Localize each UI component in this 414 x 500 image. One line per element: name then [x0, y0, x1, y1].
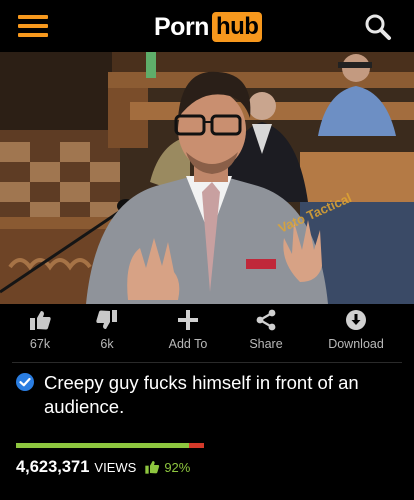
- rating-bar-positive: [16, 443, 189, 448]
- thumbs-up-icon: [28, 308, 52, 332]
- search-icon[interactable]: [364, 13, 392, 41]
- download-label: Download: [328, 337, 384, 351]
- video-thumbnail: [0, 52, 414, 304]
- dislike-button[interactable]: 6k: [85, 304, 129, 362]
- video-title[interactable]: Creepy guy fucks himself in front of an …: [44, 371, 384, 419]
- like-button[interactable]: 67k: [18, 304, 62, 362]
- logo-text-badge: hub: [211, 12, 263, 42]
- plus-icon: [176, 308, 200, 332]
- video-player[interactable]: Vato Tactical: [0, 52, 414, 304]
- views-label: VIEWS: [94, 459, 137, 475]
- views-count: 4,623,371: [16, 457, 90, 476]
- thumbs-down-icon: [95, 308, 119, 332]
- add-to-button[interactable]: Add To: [156, 304, 220, 362]
- share-icon: [254, 308, 278, 332]
- download-icon: [344, 308, 368, 332]
- share-label: Share: [249, 337, 283, 351]
- logo-text-primary: Porn: [154, 12, 209, 41]
- share-button[interactable]: Share: [236, 304, 296, 362]
- rating-percent: 92%: [164, 459, 191, 475]
- add-to-label: Add To: [168, 337, 208, 351]
- dislikes-count: 6k: [100, 337, 114, 351]
- thumbs-up-icon: [144, 459, 160, 475]
- verified-check-icon: [16, 373, 34, 391]
- video-stats: 4,623,371 VIEWS 92%: [16, 456, 190, 478]
- likes-count: 67k: [29, 337, 51, 351]
- rating-bar: [16, 443, 204, 448]
- hamburger-menu-icon[interactable]: [18, 14, 48, 38]
- top-header: Porn hub: [0, 0, 414, 52]
- download-button[interactable]: Download: [316, 304, 396, 362]
- site-logo[interactable]: Porn hub: [154, 12, 263, 42]
- action-bar: 67k 6k Add To Share Download: [0, 304, 414, 362]
- section-divider: [12, 362, 402, 363]
